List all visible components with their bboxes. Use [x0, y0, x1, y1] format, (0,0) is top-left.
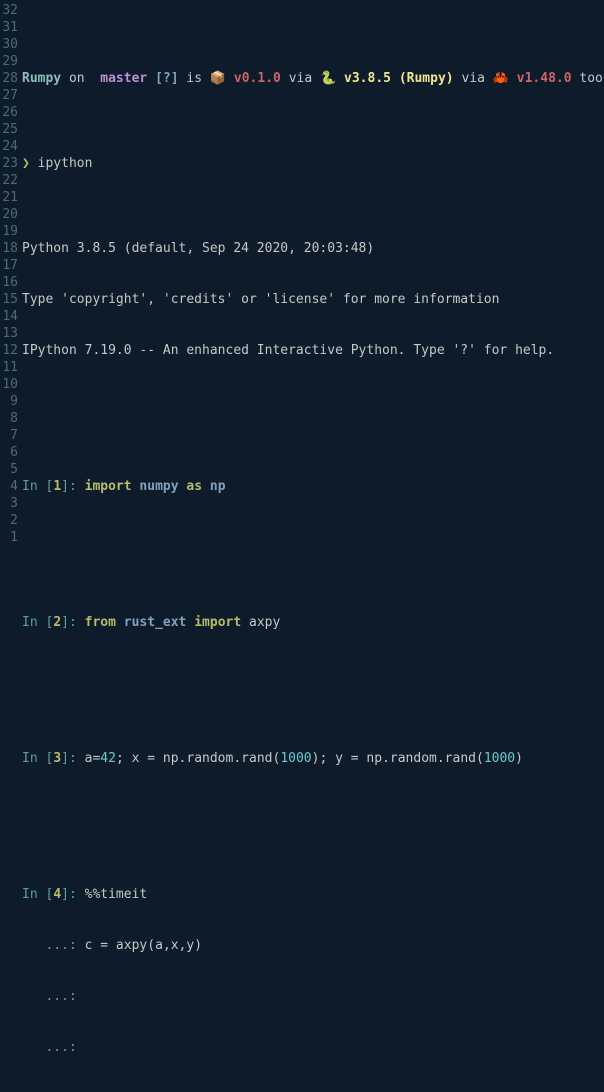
blank-line — [22, 529, 604, 546]
banner-line: Type 'copyright', 'credits' or 'license'… — [22, 291, 604, 308]
python-icon: 🐍 — [320, 71, 336, 86]
line-number: 20 — [0, 206, 18, 223]
line-number: 32 — [0, 2, 18, 19]
line-number: 22 — [0, 172, 18, 189]
blank-line — [22, 665, 604, 682]
terminal-content[interactable]: Rumpy on master [?] is 📦 v0.1.0 via 🐍 v3… — [22, 2, 604, 1092]
line-number: 31 — [0, 19, 18, 36]
shell-prompt: Rumpy on master [?] is 📦 v0.1.0 via 🐍 v3… — [22, 70, 604, 87]
line-number: 30 — [0, 36, 18, 53]
line-number: 14 — [0, 308, 18, 325]
line-number: 9 — [0, 393, 18, 410]
line-number: 13 — [0, 325, 18, 342]
ipython-input-3: In [3]: a=42; x = np.random.rand(1000); … — [22, 750, 604, 767]
line-number: 25 — [0, 121, 18, 138]
line-number: 2 — [0, 512, 18, 529]
banner-line: Python 3.8.5 (default, Sep 24 2020, 20:0… — [22, 240, 604, 257]
line-number: 15 — [0, 291, 18, 308]
line-number: 16 — [0, 274, 18, 291]
ipython-input-1: In [1]: import numpy as np — [22, 478, 604, 495]
line-number: 5 — [0, 461, 18, 478]
blank-line — [22, 801, 604, 818]
line-number: 23 — [0, 155, 18, 172]
rust-icon: 🦀 — [493, 71, 509, 86]
ipython-input-4: In [4]: %%timeit — [22, 886, 604, 903]
ipython-continuation: ...: c = axpy(a,x,y) — [22, 937, 604, 954]
ipython-continuation: ...: — [22, 1039, 604, 1056]
line-number: 29 — [0, 53, 18, 70]
line-number: 12 — [0, 342, 18, 359]
line-number: 17 — [0, 257, 18, 274]
terminal[interactable]: 3231302928272625242322212019181716151413… — [0, 0, 604, 1092]
line-number: 1 — [0, 529, 18, 546]
ipython-continuation: ...: — [22, 988, 604, 1005]
line-number-gutter: 3231302928272625242322212019181716151413… — [0, 2, 22, 1092]
line-number: 3 — [0, 495, 18, 512]
package-icon: 📦 — [210, 71, 226, 86]
line-number: 27 — [0, 87, 18, 104]
ipython-input-2: In [2]: from rust_ext import axpy — [22, 614, 604, 631]
line-number: 24 — [0, 138, 18, 155]
timeit-result: 7.17 µs ± 263 ns per loop (mean ± std. d… — [22, 1090, 604, 1092]
line-number: 28 — [0, 70, 18, 87]
line-number: 6 — [0, 444, 18, 461]
blank-line — [22, 393, 604, 410]
prompt-symbol: ❯ — [22, 156, 30, 171]
line-number: 19 — [0, 223, 18, 240]
line-number: 4 — [0, 478, 18, 495]
line-number: 11 — [0, 359, 18, 376]
line-number: 10 — [0, 376, 18, 393]
shell-command-line: ❯ ipython — [22, 155, 604, 172]
banner-line: IPython 7.19.0 -- An enhanced Interactiv… — [22, 342, 604, 359]
line-number: 26 — [0, 104, 18, 121]
line-number: 7 — [0, 427, 18, 444]
line-number: 8 — [0, 410, 18, 427]
line-number: 21 — [0, 189, 18, 206]
line-number: 18 — [0, 240, 18, 257]
